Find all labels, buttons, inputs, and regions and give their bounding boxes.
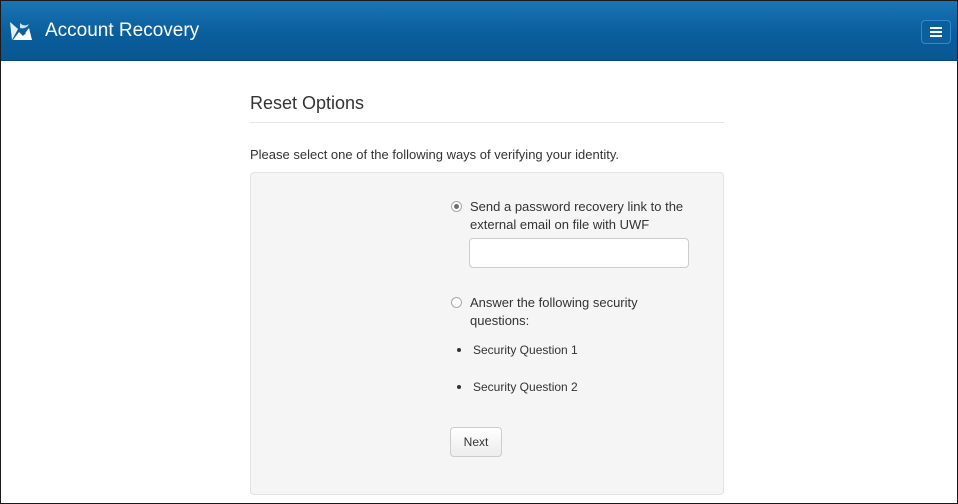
- list-bullet: [457, 385, 461, 389]
- app-title[interactable]: Account Recovery: [45, 19, 199, 43]
- email-option-radio[interactable]: [451, 201, 462, 212]
- list-bullet: [457, 348, 461, 352]
- next-button[interactable]: Next: [450, 427, 502, 457]
- email-field[interactable]: [469, 238, 689, 268]
- security-questions-option-radio[interactable]: [451, 297, 462, 308]
- page-title: Reset Options: [250, 93, 365, 113]
- top-navbar: Account Recovery: [1, 1, 957, 61]
- security-question-1: Security Question 1: [473, 343, 578, 357]
- security-questions-option-label-line1[interactable]: Answer the following security: [470, 294, 638, 312]
- email-option-label-line1[interactable]: Send a password recovery link to the: [470, 198, 683, 216]
- security-question-2: Security Question 2: [473, 380, 578, 394]
- hamburger-menu-button[interactable]: [921, 20, 951, 44]
- instructions-text: Please select one of the following ways …: [250, 147, 620, 162]
- argo-logo-icon[interactable]: [9, 20, 33, 42]
- hamburger-menu-icon: [930, 27, 942, 29]
- security-questions-option-label-line2[interactable]: questions:: [470, 312, 529, 330]
- email-option-label-line2[interactable]: external email on file with UWF: [470, 216, 649, 234]
- title-divider: [250, 122, 724, 123]
- browser-frame: Account Recovery Reset Options Please se…: [0, 0, 958, 504]
